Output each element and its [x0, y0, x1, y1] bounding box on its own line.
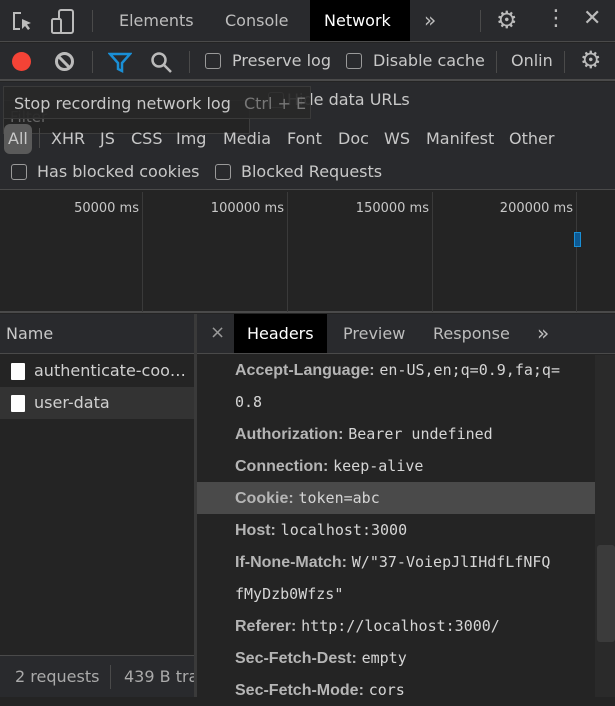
preserve-log-checkbox[interactable] [205, 53, 221, 69]
more-options-icon[interactable]: ⋮ [545, 6, 567, 31]
header-row[interactable]: Authorization: Bearer undefined [197, 418, 595, 450]
type-filter-js[interactable]: JS [100, 124, 115, 154]
settings-gear-icon[interactable]: ⚙ [496, 6, 518, 34]
header-row[interactable]: Sec-Fetch-Mode: cors [197, 674, 595, 706]
header-row[interactable]: fMyDzb0Wfzs" [197, 578, 595, 610]
timeline-request-marker [574, 232, 581, 247]
type-filter-manifest[interactable]: Manifest [426, 124, 494, 154]
blocked-requests-checkbox[interactable] [215, 164, 231, 180]
header-row[interactable]: Host: localhost:3000 [197, 514, 595, 546]
tab-response[interactable]: Response [419, 314, 524, 353]
clear-icon[interactable] [55, 52, 74, 71]
tab-elements[interactable]: Elements [105, 0, 208, 41]
inspect-element-icon[interactable] [12, 11, 34, 33]
type-filter-ws[interactable]: WS [384, 124, 410, 154]
header-value: cors [368, 681, 405, 699]
detail-tab-bar: × Headers Preview Response » [197, 314, 615, 354]
header-row[interactable]: Cookie: token=abc [197, 482, 595, 514]
device-toolbar-icon[interactable] [51, 9, 75, 35]
header-name: Authorization: [235, 426, 344, 443]
tab-headers[interactable]: Headers [234, 314, 327, 353]
timeline-tick: 200000 ms [499, 201, 573, 216]
header-value: keep-alive [333, 457, 424, 475]
type-filter-other[interactable]: Other [509, 124, 554, 154]
header-row[interactable]: Sec-Fetch-Dest: empty [197, 642, 595, 674]
header-name: Accept-Language: [235, 362, 375, 379]
tab-console[interactable]: Console [211, 0, 303, 41]
timeline-tick: 100000 ms [210, 201, 284, 216]
type-filter-font[interactable]: Font [287, 124, 322, 154]
header-name: Cookie: [235, 490, 294, 507]
type-filter-css[interactable]: CSS [131, 124, 162, 154]
header-value: en-US,en;q=0.9,fa;q= [379, 361, 560, 379]
header-value: Bearer undefined [348, 425, 493, 443]
disable-cache-checkbox[interactable] [346, 53, 362, 69]
main-tab-bar: Elements Console Network » ⚙ ⋮ ✕ [0, 0, 615, 42]
more-detail-tabs-button[interactable]: » [523, 314, 563, 353]
header-row[interactable]: Connection: keep-alive [197, 450, 595, 482]
type-filter-img[interactable]: Img [176, 124, 206, 154]
throttling-select[interactable]: Onlin [511, 51, 553, 70]
header-value: 0.8 [235, 393, 263, 411]
network-toolbar: Preserve log Disable cache Onlin ⚙ [0, 43, 615, 81]
name-column-header[interactable]: Name [0, 314, 195, 354]
close-icon[interactable]: ✕ [583, 6, 601, 31]
header-value: http://localhost:3000/ [301, 617, 500, 635]
has-blocked-cookies-label: Has blocked cookies [37, 162, 200, 181]
header-value: empty [361, 649, 407, 667]
header-name: If-None-Match: [235, 554, 347, 571]
header-name: Referer: [235, 618, 297, 635]
request-name: authenticate-coo… [34, 361, 186, 380]
header-value: token=abc [298, 489, 380, 507]
header-value: W/"37-VoiepJlIHdfLfNFQ [351, 553, 551, 571]
request-row[interactable]: authenticate-coo… [0, 355, 194, 387]
header-name: Sec-Fetch-Mode: [235, 682, 364, 699]
disable-cache-label: Disable cache [373, 51, 485, 70]
status-bar: 2 requests 439 B tra [0, 655, 194, 697]
header-row[interactable]: 0.8 [197, 386, 595, 418]
document-icon [11, 395, 25, 412]
timeline-tick: 50000 ms [74, 201, 139, 216]
type-filter-xhr[interactable]: XHR [51, 124, 85, 154]
tab-network[interactable]: Network [310, 0, 410, 41]
transferred-size: 439 B tra [124, 667, 194, 686]
tooltip-text: Stop recording network log [14, 94, 231, 113]
header-name: Sec-Fetch-Dest: [235, 650, 357, 667]
network-settings-gear-icon[interactable]: ⚙ [580, 46, 602, 74]
blocked-requests-label: Blocked Requests [241, 162, 383, 181]
tab-preview[interactable]: Preview [329, 314, 419, 353]
header-row[interactable]: Referer: http://localhost:3000/ [197, 610, 595, 642]
filter-icon[interactable] [108, 52, 132, 74]
record-button[interactable] [12, 52, 31, 71]
header-row[interactable]: If-None-Match: W/"37-VoiepJlIHdfLfNFQ [197, 546, 595, 578]
search-icon[interactable] [150, 51, 174, 75]
header-name: Connection: [235, 458, 329, 475]
scrollbar-track[interactable] [595, 355, 615, 697]
header-value: fMyDzb0Wfzs" [235, 585, 344, 603]
has-blocked-cookies-checkbox[interactable] [11, 164, 27, 180]
header-row[interactable]: Accept-Language: en-US,en;q=0.9,fa;q= [197, 354, 595, 386]
header-value: localhost:3000 [280, 521, 408, 539]
type-filter-media[interactable]: Media [223, 124, 271, 154]
tooltip-shortcut: Ctrl + E [243, 94, 307, 113]
document-icon [11, 363, 25, 380]
scrollbar-thumb[interactable] [597, 545, 615, 642]
request-count: 2 requests [15, 667, 100, 686]
close-detail-icon[interactable]: × [210, 322, 225, 343]
header-name: Host: [235, 522, 276, 539]
more-tabs-button[interactable]: » [410, 0, 450, 41]
type-filter-all[interactable]: All [8, 124, 28, 154]
timeline-tick: 150000 ms [355, 201, 429, 216]
tooltip: Stop recording network log Ctrl + E [3, 86, 311, 119]
request-name: user-data [34, 393, 110, 412]
request-row-selected[interactable]: user-data [0, 387, 194, 419]
preserve-log-label: Preserve log [232, 51, 331, 70]
type-filter-doc[interactable]: Doc [338, 124, 369, 154]
